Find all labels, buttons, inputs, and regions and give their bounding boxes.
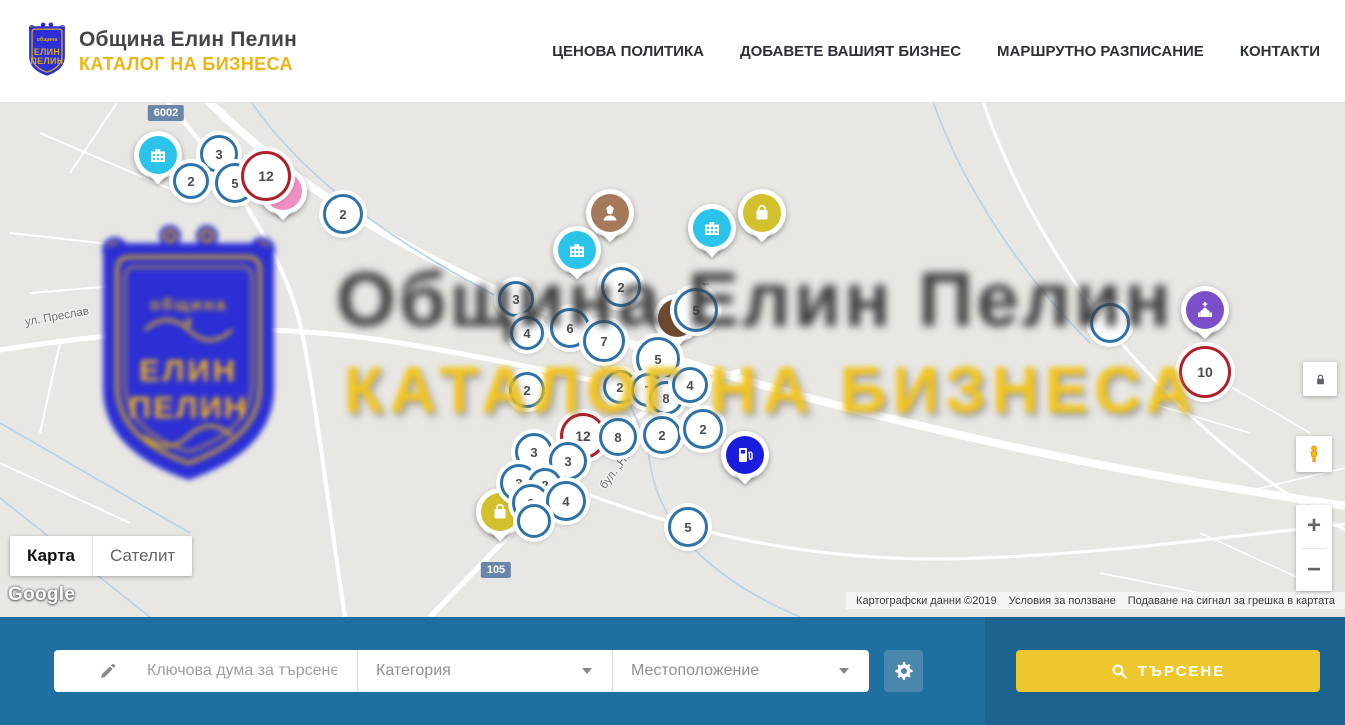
svg-text:ПЕЛИН: ПЕЛИН: [30, 56, 63, 66]
street-view-pegman-button[interactable]: [1296, 436, 1332, 472]
category-marker-fuel-icon[interactable]: [721, 431, 769, 479]
municipality-emblem-icon: община ЕЛИН ПЕЛИН: [25, 21, 69, 81]
location-select-value: Местоположение: [631, 662, 759, 680]
map-type-map-button[interactable]: Карта: [10, 536, 93, 576]
road-shield-label: 105: [481, 562, 511, 578]
category-marker-worker-icon[interactable]: [586, 189, 634, 237]
category-marker-church-icon[interactable]: [1181, 286, 1229, 334]
svg-text:ЕЛИН: ЕЛИН: [34, 47, 60, 57]
search-submit-button[interactable]: ТЪРСЕНЕ: [1016, 650, 1320, 692]
search-icon: [1111, 663, 1128, 680]
map-type-satellite-button[interactable]: Сателит: [93, 536, 192, 576]
location-select[interactable]: Местоположение: [612, 650, 869, 692]
cluster-marker[interactable]: 4: [546, 481, 586, 521]
category-marker-shopping-bag-icon[interactable]: [738, 189, 786, 237]
svg-text:ПЕЛИН: ПЕЛИН: [129, 390, 248, 425]
map-attribution: Картографски данни ©2019 Условия за полз…: [846, 592, 1345, 609]
cluster-marker[interactable]: 5: [668, 507, 708, 547]
logo-subtitle: КАТАЛОГ НА БИЗНЕСА: [79, 54, 297, 75]
google-logo[interactable]: Google: [8, 584, 75, 606]
zoom-out-button[interactable]: −: [1296, 549, 1332, 592]
attribution-report-error-link[interactable]: Подаване на сигнал за грешка в картата: [1122, 595, 1341, 607]
category-marker-factory-icon[interactable]: [688, 204, 736, 252]
category-select[interactable]: Категория: [357, 650, 612, 692]
padlock-icon: [1313, 372, 1328, 387]
nav-contacts[interactable]: КОНТАКТИ: [1240, 43, 1320, 60]
pegman-icon: [1304, 444, 1324, 464]
header: община ЕЛИН ПЕЛИН Община Елин Пелин КАТА…: [0, 0, 1345, 103]
gear-icon: [894, 661, 914, 681]
search-panel: Категория Местоположение ТЪРСЕНЕ: [0, 617, 1345, 725]
svg-text:ЕЛИН: ЕЛИН: [139, 353, 238, 388]
attribution-terms-link[interactable]: Условия за ползване: [1003, 595, 1122, 607]
map-type-control: Карта Сателит: [10, 536, 192, 576]
cluster-marker[interactable]: [517, 504, 551, 538]
keyword-section: [54, 650, 357, 692]
pencil-icon: [98, 662, 117, 681]
road-shield-label: 6002: [148, 105, 184, 121]
zoom-in-button[interactable]: +: [1296, 505, 1332, 548]
watermark-subtitle: КАТАЛОГ НА БИЗНЕСА: [344, 352, 1198, 427]
watermark-emblem: община ЕЛИН ПЕЛИН: [85, 218, 292, 505]
lock-button[interactable]: [1303, 362, 1337, 396]
advanced-search-settings-button[interactable]: [884, 650, 923, 692]
category-select-value: Категория: [376, 662, 451, 680]
attribution-copyright: Картографски данни ©2019: [850, 595, 1003, 607]
chevron-down-icon: [582, 668, 592, 674]
main-nav: ЦЕНОВА ПОЛИТИКА ДОБАВЕТЕ ВАШИЯТ БИЗНЕС М…: [552, 43, 1320, 60]
chevron-down-icon: [839, 668, 849, 674]
logo-text: Община Елин Пелин КАТАЛОГ НА БИЗНЕСА: [79, 28, 297, 75]
svg-text:община: община: [150, 295, 227, 314]
cluster-marker[interactable]: 2: [173, 163, 209, 199]
search-box: Категория Местоположение: [54, 650, 869, 692]
zoom-control: + −: [1296, 505, 1332, 591]
search-submit-label: ТЪРСЕНЕ: [1138, 663, 1226, 680]
nav-add-your-business[interactable]: ДОБАВЕТЕ ВАШИЯТ БИЗНЕС: [740, 43, 961, 60]
nav-route-schedule[interactable]: МАРШРУТНО РАЗПИСАНИЕ: [997, 43, 1204, 60]
keyword-input[interactable]: [147, 662, 337, 680]
logo-title: Община Елин Пелин: [79, 28, 297, 52]
cluster-marker[interactable]: 2: [323, 194, 363, 234]
nav-pricing-policy[interactable]: ЦЕНОВА ПОЛИТИКА: [552, 43, 704, 60]
cluster-marker[interactable]: 12: [241, 151, 291, 201]
watermark-title: Община Елин Пелин: [336, 256, 1174, 345]
svg-text:община: община: [37, 36, 59, 43]
page: община ЕЛИН ПЕЛИН Община Елин Пелин КАТА…: [0, 0, 1345, 725]
site-logo[interactable]: община ЕЛИН ПЕЛИН Община Елин Пелин КАТА…: [25, 21, 297, 81]
